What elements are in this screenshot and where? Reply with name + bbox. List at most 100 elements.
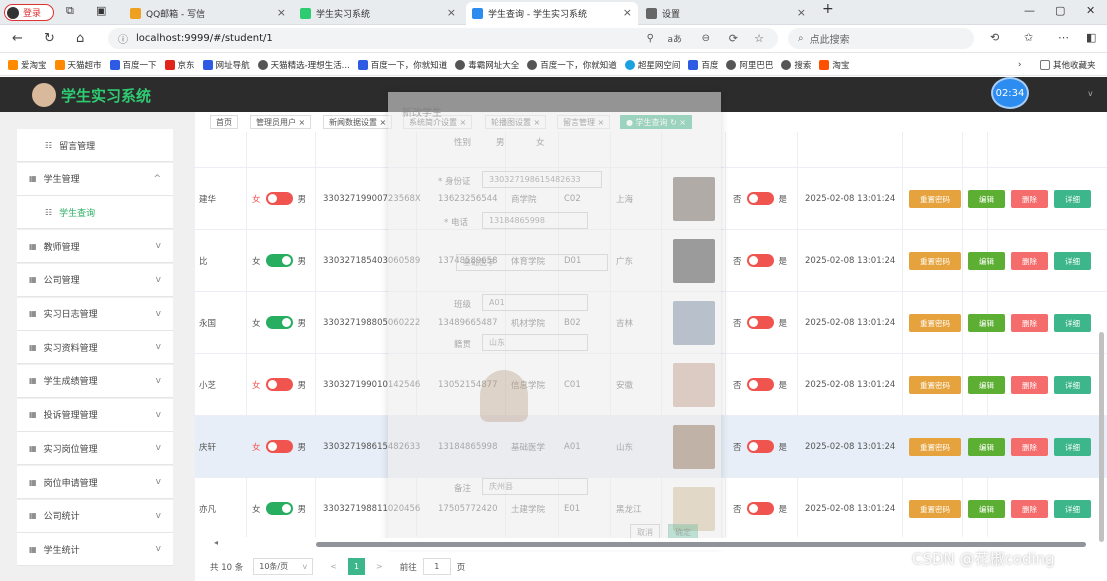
login-button[interactable]: 登录 — [4, 4, 54, 21]
tag-item[interactable]: 首页 — [210, 115, 238, 129]
close-tab-icon[interactable]: × — [277, 6, 286, 19]
close-window-button[interactable]: ✕ — [1086, 4, 1095, 17]
toggle-switch[interactable] — [746, 440, 774, 453]
edit-button[interactable]: 编辑 — [968, 190, 1005, 208]
delete-button[interactable]: 删除 — [1011, 438, 1048, 456]
search-input[interactable]: ⌕ 点此搜索 — [788, 28, 974, 49]
edit-button[interactable]: 编辑 — [968, 376, 1005, 394]
next-page-button[interactable]: > — [371, 558, 388, 575]
home-icon[interactable]: ⌂ — [76, 31, 84, 46]
detail-button[interactable]: 详细 — [1054, 438, 1091, 456]
detail-button[interactable]: 详细 — [1054, 376, 1091, 394]
toggle-switch[interactable] — [265, 192, 293, 205]
tab-actions-icon[interactable]: ▣ — [96, 4, 106, 17]
key-icon[interactable]: ⚲ — [647, 33, 654, 44]
reset-password-button[interactable]: 重置密码 — [909, 190, 961, 208]
page-number-current[interactable]: 1 — [347, 558, 366, 575]
close-tab-icon[interactable]: × — [447, 6, 456, 19]
bookmark[interactable]: 天猫精选-理想生活... — [257, 59, 350, 71]
reset-password-button[interactable]: 重置密码 — [909, 314, 961, 332]
sidebar-item[interactable]: ▦ 学生成绩管理 v — [17, 364, 173, 398]
edit-button[interactable]: 编辑 — [968, 314, 1005, 332]
sidebar-item[interactable]: ☷ 留言管理 — [17, 129, 173, 162]
toggle-switch[interactable] — [746, 502, 774, 515]
bookmark[interactable]: 毒霸网址大全 — [455, 59, 519, 71]
extension-icon[interactable]: ⟳ — [729, 32, 738, 45]
vertical-scrollbar[interactable] — [1099, 332, 1104, 542]
sidebar-item[interactable]: ▦ 公司管理 v — [17, 263, 173, 297]
gender-switch[interactable]: 女男 — [252, 354, 306, 415]
toggle-switch[interactable] — [746, 192, 774, 205]
gender-option-female[interactable]: 女 — [536, 136, 545, 148]
edit-button[interactable]: 编辑 — [968, 500, 1005, 518]
phone-field[interactable]: 13184865998 — [482, 212, 588, 229]
sidebar-item[interactable]: ▦ 学生统计 v — [17, 533, 173, 567]
sidebar-item[interactable]: ▦ 公司统计 v — [17, 499, 173, 533]
tab-student-system[interactable]: 学生实习系统 × — [294, 2, 462, 25]
chevron-down-icon[interactable]: v — [1088, 89, 1093, 98]
read-aloud-icon[interactable]: aあ — [667, 32, 682, 45]
delete-button[interactable]: 删除 — [1011, 376, 1048, 394]
new-tab-button[interactable]: + — [822, 1, 834, 17]
prev-page-button[interactable]: < — [325, 558, 342, 575]
college-select[interactable]: 基础医学 — [456, 254, 608, 271]
toggle-switch[interactable] — [746, 378, 774, 391]
delete-button[interactable]: 删除 — [1011, 314, 1048, 332]
status-switch[interactable]: 否是 — [733, 354, 787, 415]
class-field[interactable]: A01 — [482, 294, 588, 311]
delete-button[interactable]: 删除 — [1011, 190, 1048, 208]
goto-input[interactable]: 1 — [422, 558, 451, 575]
gender-switch[interactable]: 女男 — [252, 230, 306, 291]
gender-switch[interactable]: 女男 — [252, 478, 306, 537]
page-size-select[interactable]: 10条/页 v — [253, 558, 314, 575]
bookmark[interactable]: 京东 — [164, 59, 195, 71]
tag-item[interactable]: 新闻数据设置 × — [323, 115, 393, 129]
favorite-star-icon[interactable]: ☆ — [754, 32, 764, 45]
bookmark[interactable]: 搜索 — [781, 59, 811, 71]
gender-switch[interactable]: 女男 — [252, 416, 306, 477]
reset-password-button[interactable]: 重置密码 — [909, 438, 961, 456]
toggle-switch[interactable] — [265, 440, 293, 453]
tab-settings[interactable]: 设置 × — [640, 2, 812, 25]
minimize-button[interactable]: — — [1024, 4, 1035, 17]
zoom-icon[interactable]: ⊖ — [702, 33, 710, 44]
status-switch[interactable]: 否是 — [733, 478, 787, 537]
tag-item[interactable]: 管理员用户 × — [250, 115, 312, 129]
bookmark[interactable]: 网址导航 — [202, 59, 250, 71]
sidebar-item[interactable]: ▦ 实习岗位管理 v — [17, 432, 173, 466]
workspaces-icon[interactable]: ⧉ — [66, 4, 74, 18]
bookmark[interactable]: 爱淘宝 — [8, 59, 47, 71]
sidebar-item[interactable]: ☷ 学生查询 — [17, 196, 173, 230]
tab-qqmail[interactable]: QQ邮箱 - 写信 × — [124, 2, 292, 25]
status-switch[interactable]: 否是 — [733, 168, 787, 229]
detail-button[interactable]: 详细 — [1054, 252, 1091, 270]
scroll-left-icon[interactable]: ◂ — [214, 538, 218, 547]
bookmark[interactable]: 百度一下，你就知道 — [527, 59, 617, 71]
detail-button[interactable]: 详细 — [1054, 190, 1091, 208]
toggle-switch[interactable] — [265, 254, 293, 267]
sidebar-item[interactable]: ▦ 实习日志管理 v — [17, 297, 173, 331]
favorites-icon[interactable]: ✩ — [1024, 31, 1033, 44]
bookmark[interactable]: 阿里巴巴 — [726, 59, 773, 71]
refresh-icon[interactable]: ↻ — [44, 31, 55, 46]
reset-password-button[interactable]: 重置密码 — [909, 376, 961, 394]
status-switch[interactable]: 否是 — [733, 416, 787, 477]
toggle-switch[interactable] — [746, 316, 774, 329]
edit-button[interactable]: 编辑 — [968, 438, 1005, 456]
sidebar-item[interactable]: ▦ 投诉管理管理 v — [17, 398, 173, 432]
origin-field[interactable]: 山东 — [482, 334, 588, 351]
status-switch[interactable]: 否是 — [733, 292, 787, 353]
sidebar-item[interactable]: ▦ 教师管理 v — [17, 230, 173, 264]
gender-switch[interactable]: 女男 — [252, 168, 306, 229]
remark-field[interactable]: 庆州县 — [482, 478, 588, 495]
bookmark[interactable]: 百度一下 — [109, 59, 157, 71]
tab-student-query[interactable]: 学生查询 - 学生实习系统 × — [466, 2, 638, 25]
chevron-right-icon[interactable]: › — [1018, 60, 1021, 70]
bookmark[interactable]: 超星网空间 — [624, 59, 680, 71]
close-tab-icon[interactable]: × — [797, 6, 806, 19]
status-switch[interactable]: 否是 — [733, 230, 787, 291]
detail-button[interactable]: 详细 — [1054, 314, 1091, 332]
delete-button[interactable]: 删除 — [1011, 500, 1048, 518]
url-input[interactable]: ⓘ localhost:9999/#/student/1 ☆ ⟳ ⊖ aあ ⚲ — [108, 28, 778, 49]
bookmark[interactable]: 百度一下，你就知道 — [357, 59, 447, 71]
